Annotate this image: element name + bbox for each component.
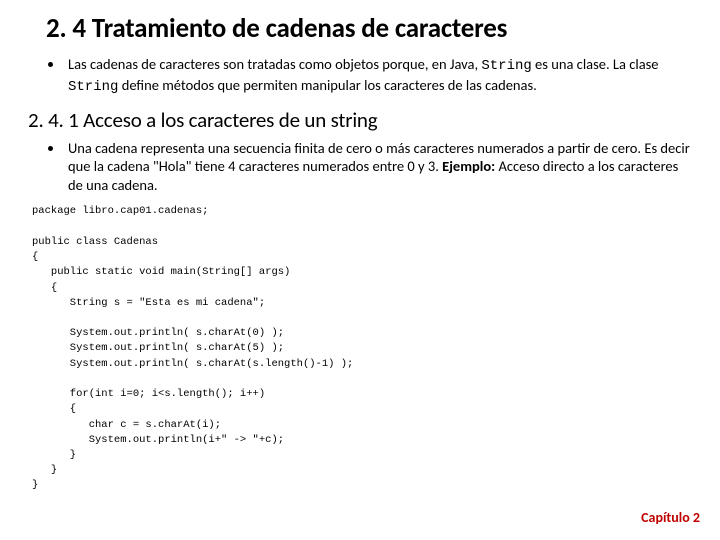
code-block: package libro.cap01.cadenas; public clas… [32, 204, 692, 493]
intro-text-pre: Las cadenas de caracteres son tratadas c… [68, 55, 481, 73]
desc-list: Una cadena representa una secuencia fini… [50, 139, 692, 195]
chapter-label: Capítulo 2 [641, 509, 700, 526]
intro-code-1: String [481, 58, 531, 74]
intro-code-2: String [68, 79, 118, 95]
slide: 2. 4 Tratamiento de cadenas de caractere… [0, 0, 720, 494]
intro-text-mid: es una clase. La clase [532, 55, 659, 73]
page-title: 2. 4 Tratamiento de cadenas de caractere… [46, 12, 692, 45]
desc-bullet: Una cadena representa una secuencia fini… [64, 139, 692, 195]
intro-text-post: define métodos que permiten manipular lo… [118, 76, 536, 94]
section-subtitle: 2. 4. 1 Acceso a los caracteres de un st… [28, 107, 692, 133]
intro-bullet: Las cadenas de caracteres son tratadas c… [64, 55, 692, 97]
desc-bold: Ejemplo: [442, 157, 495, 175]
intro-list: Las cadenas de caracteres son tratadas c… [50, 55, 692, 97]
